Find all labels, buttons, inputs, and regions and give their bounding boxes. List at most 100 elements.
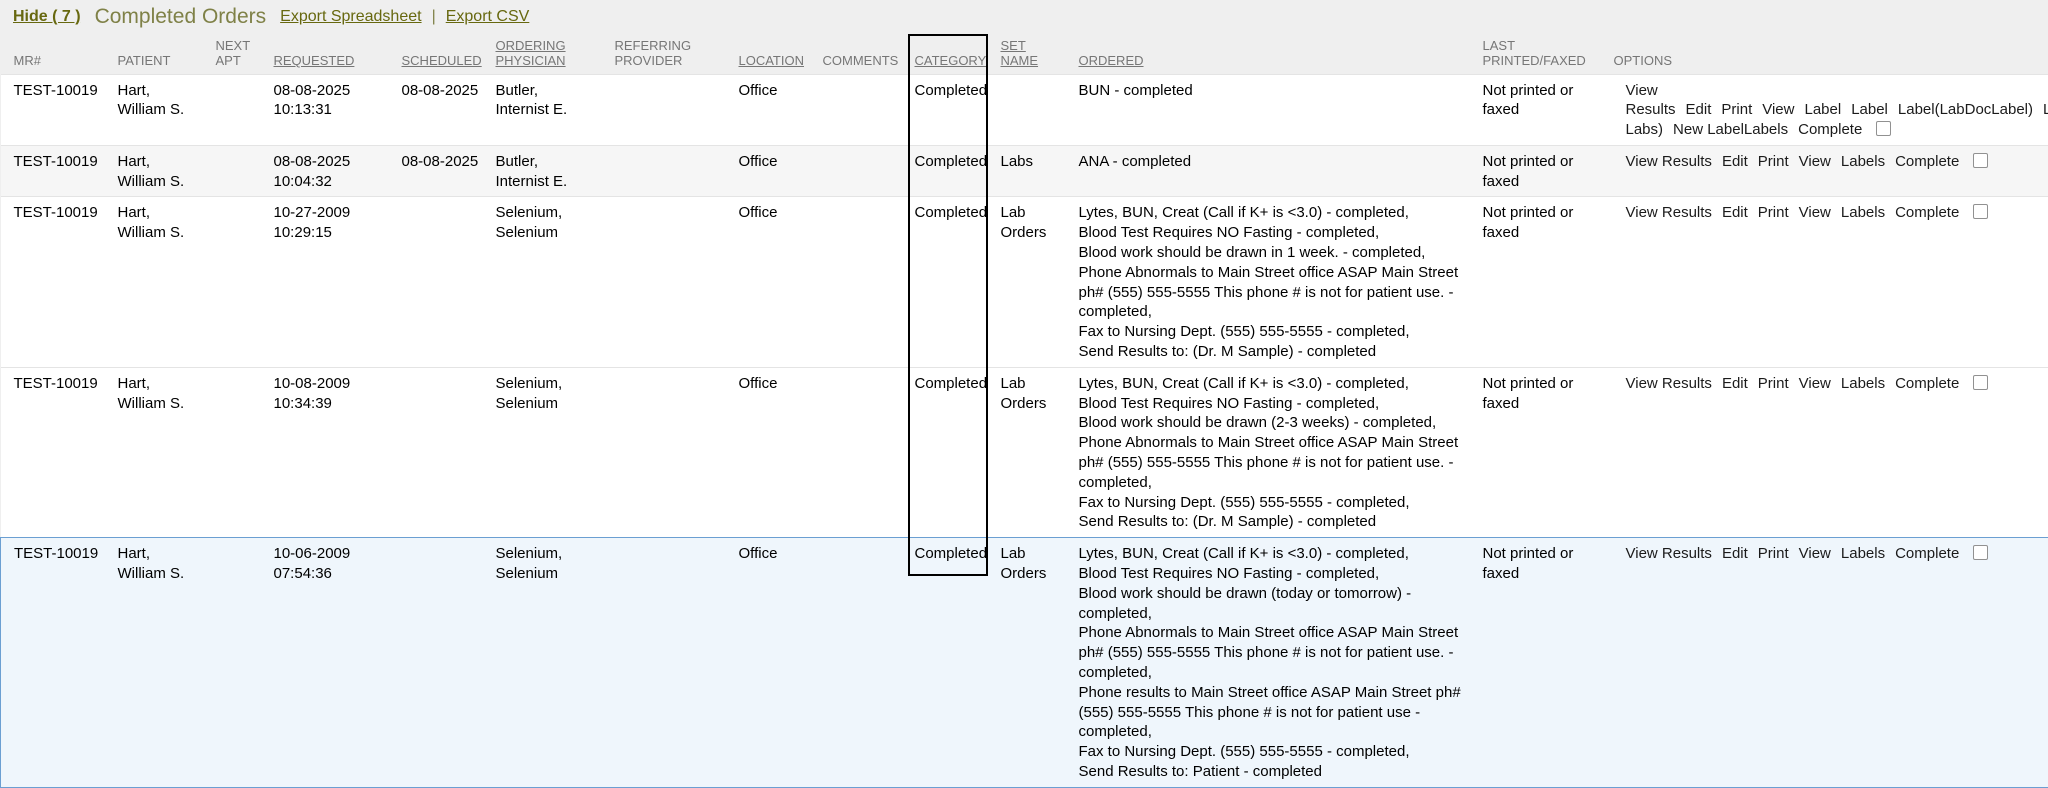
option-view-results[interactable]: View Results <box>1626 204 1712 221</box>
option-view-results[interactable]: View Results <box>1626 153 1712 170</box>
table-row[interactable]: TEST-10019 Hart, William S. 10-08-2009 1… <box>1 367 2048 537</box>
complete-checkbox[interactable] <box>1876 121 1891 136</box>
cell-mr: TEST-10019 <box>1 74 116 145</box>
cell-scheduled: 08-08-2025 <box>400 74 494 145</box>
cell-options: View Results Edit Print View Label Label Label… <box>1612 74 2048 145</box>
cell-last-printed-faxed: Not printed or faxed <box>1481 145 1612 197</box>
cell-mr: TEST-10019 <box>1 197 116 367</box>
option-edit[interactable]: Edit <box>1722 204 1748 221</box>
column-header-category[interactable]: CATEGORY <box>913 33 999 74</box>
cell-last-printed-faxed: Not printed or faxed <box>1481 74 1612 145</box>
cell-options: View Results Edit Print View Labels Complete <box>1612 197 2048 367</box>
cell-set-name: Lab Orders <box>999 367 1077 537</box>
complete-label: Complete <box>1895 153 1959 170</box>
complete-checkbox[interactable] <box>1973 375 1988 390</box>
cell-options: View ResultsEditPrintViewLabelsComplete <box>1612 538 2048 788</box>
table-row[interactable]: TEST-10019 Hart, William S. 10-06-2009 0… <box>1 538 2048 788</box>
cell-comments <box>821 145 913 197</box>
cell-referring-provider <box>613 197 737 367</box>
column-header-patient: PATIENT <box>116 33 214 74</box>
cell-options: View ResultsEditPrintViewLabelsComplete <box>1612 367 2048 537</box>
option-print[interactable]: Print <box>1758 545 1789 562</box>
option-print[interactable]: Print <box>1721 101 1752 118</box>
column-header-referring-provider: REFERRING PROVIDER <box>613 33 737 74</box>
option-edit[interactable]: Edit <box>1722 545 1748 562</box>
cell-ordered: Lytes, BUN, Creat (Call if K+ is <3.0) -… <box>1077 538 1481 788</box>
column-header-requested[interactable]: REQUESTED <box>272 33 400 74</box>
option-edit[interactable]: Edit <box>1722 375 1748 392</box>
option-view-results[interactable]: View Results <box>1626 82 1676 119</box>
option-print[interactable]: Print <box>1758 375 1789 392</box>
complete-label: Complete <box>1895 204 1959 221</box>
cell-patient: Hart, William S. <box>116 197 214 367</box>
cell-requested: 08-08-2025 10:13:31 <box>272 74 400 145</box>
option-print[interactable]: Print <box>1758 153 1789 170</box>
cell-last-printed-faxed: Not printed or faxed <box>1481 538 1612 788</box>
cell-ordering-physician: Butler, Internist E. <box>494 145 613 197</box>
option-edit[interactable]: Edit <box>1722 153 1748 170</box>
column-header-ordering-physician[interactable]: ORDERING PHYSICIAN <box>494 33 613 74</box>
option-view[interactable]: View <box>1799 153 1831 170</box>
cell-ordering-physician: Selenium, Selenium <box>494 367 613 537</box>
cell-category: Completed <box>913 74 999 145</box>
table-row[interactable]: TEST-10019 Hart, William S. 10-27-2009 1… <box>1 197 2048 367</box>
option-view[interactable]: View <box>1762 101 1794 118</box>
cell-next-apt <box>214 74 272 145</box>
hide-link[interactable]: Hide ( 7 ) <box>13 8 81 26</box>
export-spreadsheet-link[interactable]: Export Spreadsheet <box>280 8 421 26</box>
column-header-options: OPTIONS <box>1612 33 2048 74</box>
option-view[interactable]: View <box>1799 204 1831 221</box>
cell-mr: TEST-10019 <box>1 145 116 197</box>
column-header-scheduled[interactable]: SCHEDULED <box>400 33 494 74</box>
cell-category: Completed <box>913 145 999 197</box>
cell-referring-provider <box>613 74 737 145</box>
complete-checkbox[interactable] <box>1973 153 1988 168</box>
option-view-results[interactable]: View Results <box>1626 375 1712 392</box>
column-header-ordered[interactable]: ORDERED <box>1077 33 1481 74</box>
option-view[interactable]: View <box>1799 375 1831 392</box>
export-csv-link[interactable]: Export CSV <box>446 8 530 26</box>
cell-scheduled <box>400 197 494 367</box>
option-labels[interactable]: Labels <box>1841 375 1885 392</box>
cell-referring-provider <box>613 367 737 537</box>
cell-requested: 10-27-2009 10:29:15 <box>272 197 400 367</box>
option-label-labdoclabel[interactable]: Label(LabDocLabel) <box>1898 101 2033 118</box>
table-row[interactable]: TEST-10019 Hart, William S. 08-08-2025 1… <box>1 74 2048 145</box>
cell-requested: 10-08-2009 10:34:39 <box>272 367 400 537</box>
option-labels[interactable]: Labels <box>1841 153 1885 170</box>
cell-ordered: BUN - completed <box>1077 74 1481 145</box>
complete-checkbox[interactable] <box>1973 545 1988 560</box>
option-view-results[interactable]: View Results <box>1626 545 1712 562</box>
cell-referring-provider <box>613 145 737 197</box>
option-print[interactable]: Print <box>1758 204 1789 221</box>
completed-orders-table: MR#PATIENTNEXT APTREQUESTEDSCHEDULEDORDE… <box>0 33 2048 788</box>
cell-scheduled <box>400 538 494 788</box>
cell-patient: Hart, William S. <box>116 538 214 788</box>
option-labels[interactable]: Labels <box>1841 204 1885 221</box>
cell-comments <box>821 538 913 788</box>
option-view[interactable]: View <box>1799 545 1831 562</box>
cell-location: Office <box>737 74 821 145</box>
column-header-mr: MR# <box>1 33 116 74</box>
column-header-set-name[interactable]: SET NAME <box>999 33 1077 74</box>
cell-next-apt <box>214 367 272 537</box>
cell-next-apt <box>214 145 272 197</box>
cell-scheduled: 08-08-2025 <box>400 145 494 197</box>
option-label[interactable]: Label <box>1804 101 1841 118</box>
complete-checkbox[interactable] <box>1973 204 1988 219</box>
option-new-labellabels[interactable]: New LabelLabels <box>1673 121 1788 138</box>
column-header-location[interactable]: LOCATION <box>737 33 821 74</box>
cell-mr: TEST-10019 <box>1 538 116 788</box>
cell-location: Office <box>737 145 821 197</box>
option-label[interactable]: Label <box>1851 101 1888 118</box>
option-labels[interactable]: Labels <box>1841 545 1885 562</box>
cell-location: Office <box>737 367 821 537</box>
option-edit[interactable]: Edit <box>1686 101 1712 118</box>
cell-mr: TEST-10019 <box>1 367 116 537</box>
cell-ordering-physician: Selenium, Selenium <box>494 538 613 788</box>
table-row[interactable]: TEST-10019 Hart, William S. 08-08-2025 1… <box>1 145 2048 197</box>
column-header-last-printed-faxed: LAST PRINTED/FAXED <box>1481 33 1612 74</box>
page-header: Hide ( 7 ) Completed Orders Export Sprea… <box>0 0 2048 33</box>
cell-category: Completed <box>913 538 999 788</box>
cell-set-name: Labs <box>999 145 1077 197</box>
